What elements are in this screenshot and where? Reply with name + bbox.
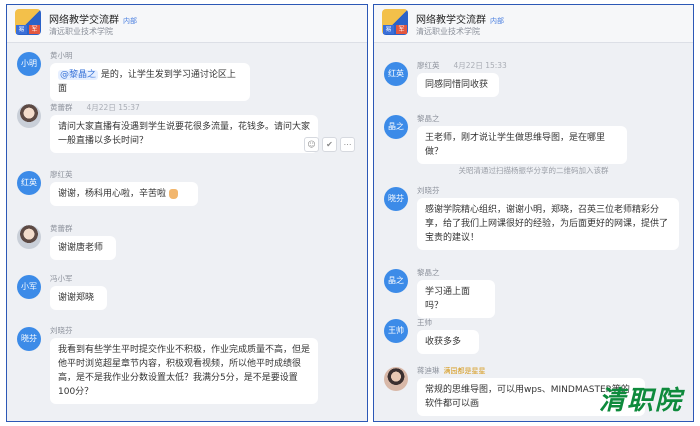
group-avatar: 易 军 bbox=[15, 9, 41, 35]
sender-name: 黎晶之 bbox=[417, 268, 440, 277]
chat-message: 晶之 黎晶之 王老师，刚才说让学生做思维导图，是在哪里做？ bbox=[384, 113, 687, 164]
group-subtitle: 清远职业技术学院 bbox=[416, 27, 480, 36]
sender-name: 廖红英 bbox=[417, 61, 440, 70]
watermark-logo: 清职院 bbox=[598, 386, 683, 416]
sender-meta: 廖红英 4月22日 15:33 bbox=[417, 60, 507, 71]
avatar[interactable]: 小军 bbox=[17, 275, 41, 299]
internal-tag: 内部 bbox=[490, 17, 504, 25]
chat-message: 红英 廖红英 谢谢，杨科用心啦，辛苦啦 bbox=[17, 169, 361, 211]
clap-emoji-icon bbox=[168, 188, 178, 199]
group-avatar-right: 军 bbox=[396, 25, 407, 34]
message-bubble[interactable]: 谢谢唐老师 bbox=[50, 236, 116, 260]
group-header[interactable]: 易 军 网络教学交流群 内部 清远职业技术学院 bbox=[374, 5, 693, 43]
message-bubble[interactable]: 我看到有些学生平时提交作业不积极，作业完成质量不高，但是他平时浏览超星章节内容，… bbox=[50, 338, 318, 404]
message-time: 4月22日 15:33 bbox=[453, 61, 507, 70]
thumbs-up-icon[interactable]: ✔ bbox=[322, 137, 337, 152]
member-rank-badge: 满园都是星星 bbox=[443, 367, 486, 375]
message-bubble[interactable]: 收获多多 bbox=[417, 330, 479, 354]
chat-message: 王帅 王帅 收获多多 bbox=[384, 317, 687, 359]
group-avatar-right: 军 bbox=[29, 25, 40, 34]
chat-message: 黄蕾群 谢谢唐老师 bbox=[17, 223, 361, 265]
avatar[interactable] bbox=[17, 225, 41, 249]
internal-tag: 内部 bbox=[123, 17, 137, 25]
sender-name: 黄蕾群 bbox=[50, 103, 73, 112]
avatar[interactable]: 王帅 bbox=[384, 319, 408, 343]
message-time: 4月22日 15:37 bbox=[86, 103, 140, 112]
more-options-icon[interactable]: ⋯ bbox=[340, 137, 355, 152]
chat-message: 晓芬 刘晓芬 感谢学院精心组织，谢谢小明，郑晓，召英三位老师精彩分享，给了我们上… bbox=[384, 185, 687, 255]
sender-name: 黄蕾群 bbox=[50, 224, 73, 233]
avatar[interactable]: 晶之 bbox=[384, 115, 408, 139]
sender-name: 黄小明 bbox=[50, 51, 73, 60]
message-text: 谢谢，杨科用心啦，辛苦啦 bbox=[58, 189, 167, 199]
group-name: 网络教学交流群 bbox=[49, 15, 119, 26]
chat-message: 小军 冯小军 谢谢郑晓 bbox=[17, 273, 361, 315]
emoji-reaction-icon[interactable]: ☺ bbox=[304, 137, 319, 152]
group-avatar: 易 军 bbox=[382, 9, 408, 35]
message-bubble[interactable]: 谢谢郑晓 bbox=[50, 286, 107, 310]
mention[interactable]: @黎晶之 bbox=[58, 70, 99, 80]
group-title: 网络教学交流群 内部 bbox=[416, 11, 504, 26]
avatar[interactable]: 红英 bbox=[17, 171, 41, 195]
sender-meta: 蒋迪琳 满园都是星星 bbox=[417, 365, 486, 376]
message-bubble[interactable]: 王老师，刚才说让学生做思维导图，是在哪里做？ bbox=[417, 126, 627, 164]
message-bubble[interactable]: 同感同惜同收获 bbox=[417, 73, 499, 97]
avatar[interactable]: 小明 bbox=[17, 52, 41, 76]
chat-message: 晶之 黎晶之 学习通上面吗？ bbox=[384, 267, 687, 318]
system-notice: 关昭清通过扫描杨振华分享的二维码加入该群 bbox=[458, 166, 609, 175]
group-name: 网络教学交流群 bbox=[416, 15, 486, 26]
chat-message: 黄蕾群 4月22日 15:37 请问大家直播有没遇到学生说要花很多流量，花钱多。请… bbox=[17, 102, 361, 162]
avatar[interactable]: 晓芬 bbox=[384, 187, 408, 211]
right-chat-panel: 易 军 网络教学交流群 内部 清远职业技术学院 红英 廖红英 4月22日 15:33… bbox=[373, 4, 694, 422]
message-bubble[interactable]: 学习通上面吗？ bbox=[417, 280, 495, 318]
group-subtitle: 清远职业技术学院 bbox=[49, 27, 113, 36]
chat-message: 红英 廖红英 4月22日 15:33 同感同惜同收获 bbox=[384, 60, 687, 102]
avatar[interactable]: 晶之 bbox=[384, 269, 408, 293]
avatar[interactable] bbox=[17, 104, 41, 128]
chat-message: 晓芬 刘晓芬 我看到有些学生平时提交作业不积极，作业完成质量不高，但是他平时浏览… bbox=[17, 325, 361, 405]
sender-name: 刘晓芬 bbox=[417, 186, 440, 195]
message-bubble[interactable]: 请问大家直播有没遇到学生说要花很多流量，花钱多。请问大家一般直播以多长时间？ bbox=[50, 115, 318, 153]
avatar[interactable]: 晓芬 bbox=[17, 327, 41, 351]
sender-name: 廖红英 bbox=[50, 170, 73, 179]
avatar[interactable]: 红英 bbox=[384, 62, 408, 86]
sender-name: 蒋迪琳 bbox=[417, 366, 440, 375]
sender-name: 冯小军 bbox=[50, 274, 73, 283]
chat-message: 小明 黄小明 @黎晶之 是的，让学生发到学习通讨论区上面 bbox=[17, 50, 361, 101]
sender-name: 黎晶之 bbox=[417, 114, 440, 123]
sender-name: 王帅 bbox=[417, 318, 432, 327]
message-bubble[interactable]: 谢谢，杨科用心啦，辛苦啦 bbox=[50, 182, 198, 206]
sender-meta: 黄蕾群 4月22日 15:37 bbox=[50, 102, 140, 113]
left-chat-panel: 易 军 网络教学交流群 内部 清远职业技术学院 小明 黄小明 @黎晶之 是的，让学… bbox=[6, 4, 368, 422]
group-avatar-left: 易 bbox=[383, 25, 394, 34]
sender-name: 刘晓芬 bbox=[50, 326, 73, 335]
avatar[interactable] bbox=[384, 367, 408, 391]
group-header[interactable]: 易 军 网络教学交流群 内部 清远职业技术学院 bbox=[7, 5, 367, 43]
message-bubble[interactable]: @黎晶之 是的，让学生发到学习通讨论区上面 bbox=[50, 63, 250, 101]
group-avatar-left: 易 bbox=[16, 25, 27, 34]
message-bubble[interactable]: 感谢学院精心组织，谢谢小明，郑晓，召英三位老师精彩分享，给了我们上网课很好的经验… bbox=[417, 198, 679, 250]
message-toolbar: ☺ ✔ ⋯ bbox=[304, 137, 355, 152]
group-title: 网络教学交流群 内部 bbox=[49, 11, 137, 26]
